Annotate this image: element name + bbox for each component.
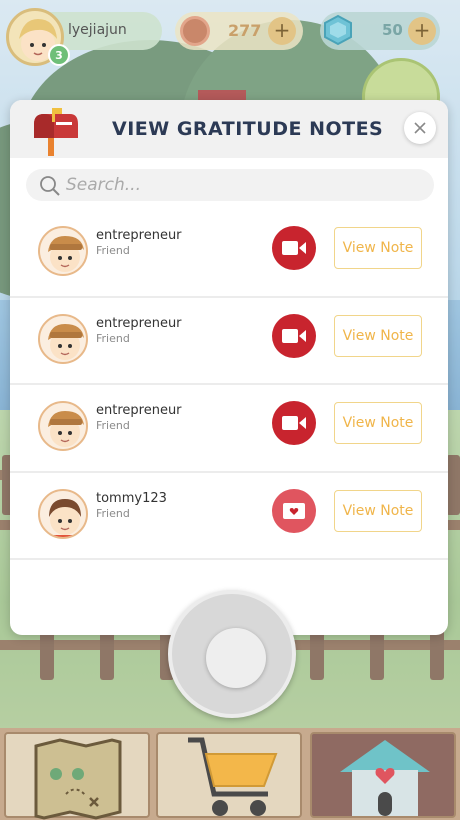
video-note-button[interactable] <box>272 226 316 270</box>
view-note-button[interactable]: View Note <box>334 227 422 269</box>
friend-avatar <box>38 226 88 276</box>
gem-icon <box>324 14 352 46</box>
modal-title: VIEW GRATITUDE NOTES <box>112 118 384 140</box>
video-icon <box>282 416 306 430</box>
note-row: entrepreneur Friend View Note <box>10 298 448 385</box>
search-icon <box>40 176 60 196</box>
friend-role: Friend <box>96 506 130 520</box>
video-icon <box>282 328 306 343</box>
home-icon <box>340 740 430 816</box>
notes-list: entrepreneur Friend View Note entreprene… <box>10 210 448 560</box>
video-note-button[interactable] <box>272 313 316 358</box>
friend-role: Friend <box>96 244 130 257</box>
note-row: entrepreneur Friend View Note <box>10 210 448 298</box>
friend-avatar <box>38 488 88 539</box>
video-icon <box>282 241 306 255</box>
search-bar[interactable] <box>26 169 434 201</box>
map-icon <box>34 738 122 820</box>
view-note-button[interactable]: View Note <box>334 489 422 532</box>
search-input[interactable] <box>66 169 426 201</box>
close-icon <box>414 122 426 134</box>
letter-icon <box>283 502 305 519</box>
cart-icon <box>188 737 278 816</box>
friend-role: Friend <box>96 331 130 345</box>
mailbox-icon <box>34 108 78 156</box>
map-button[interactable] <box>4 732 150 820</box>
gratitude-notes-modal: VIEW GRATITUDE NOTES Search... entrepren… <box>10 100 448 635</box>
coin-icon <box>180 16 210 46</box>
friend-avatar <box>38 401 88 451</box>
letter-note-button[interactable] <box>272 488 316 533</box>
friend-role: Friend <box>96 419 130 432</box>
add-coins-button[interactable]: + <box>268 17 296 45</box>
coin-count: 277 <box>228 21 262 40</box>
view-note-button[interactable]: View Note <box>334 314 422 357</box>
friend-name: entrepreneur <box>96 403 182 418</box>
joystick-knob[interactable] <box>206 628 266 688</box>
modal-header: VIEW GRATITUDE NOTES <box>10 100 448 158</box>
bottom-toolbar <box>0 728 460 820</box>
movement-joystick[interactable] <box>168 590 296 718</box>
shop-button[interactable] <box>156 732 302 818</box>
note-row: tommy123 Friend View Note <box>10 473 448 560</box>
level-badge: 3 <box>48 44 70 66</box>
friend-name: entrepreneur <box>96 315 182 331</box>
gem-count: 50 <box>382 21 403 39</box>
friend-name: tommy123 <box>96 490 167 506</box>
player-username: lyejiajun <box>68 22 127 38</box>
view-note-button[interactable]: View Note <box>334 402 422 444</box>
note-row: entrepreneur Friend View Note <box>10 385 448 473</box>
close-button[interactable] <box>404 112 436 144</box>
friend-avatar <box>38 313 88 364</box>
add-gems-button[interactable]: + <box>408 17 436 45</box>
home-button[interactable] <box>310 732 456 818</box>
friend-name: entrepreneur <box>96 228 182 243</box>
video-note-button[interactable] <box>272 401 316 445</box>
